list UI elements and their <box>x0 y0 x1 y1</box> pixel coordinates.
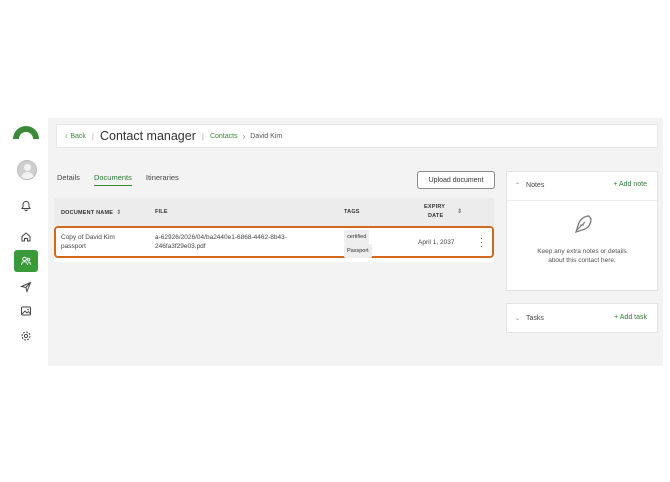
sort-icon[interactable]: ⇕ <box>457 208 462 215</box>
tab-documents[interactable]: Documents <box>93 173 132 186</box>
column-document-name[interactable]: DOCUMENT NAME ⇕ <box>61 209 121 216</box>
feather-icon <box>574 215 592 234</box>
add-note-button[interactable]: + Add note <box>613 181 647 188</box>
back-button[interactable]: ‹ Back <box>65 133 86 140</box>
bell-icon[interactable] <box>14 195 38 217</box>
chevron-down-icon[interactable]: ⌄ <box>515 315 520 322</box>
more-options-icon[interactable]: · · · <box>480 234 483 251</box>
tag-badge: certified <box>344 230 370 244</box>
column-file: FILE <box>155 209 168 215</box>
logo-icon <box>13 126 39 139</box>
sidebar <box>0 118 48 366</box>
breadcrumb-contacts[interactable]: Contacts <box>210 133 238 140</box>
column-tags: TAGS <box>344 209 360 215</box>
notes-empty-state: Keep any extra notes or details about th… <box>507 200 657 264</box>
tab-bar: Details Documents Itineraries <box>57 173 179 186</box>
chevron-right-icon: › <box>242 131 246 141</box>
chevron-left-icon: ‹ <box>65 132 68 140</box>
column-expiry[interactable]: EXPIRY <box>424 204 445 210</box>
tab-details[interactable]: Details <box>57 173 80 186</box>
expiry-cell: April 1, 2037 <box>418 239 455 246</box>
table-row[interactable]: Copy of David Kim passport a-62926/2026/… <box>54 226 494 258</box>
upload-document-button[interactable]: Upload document <box>417 171 495 189</box>
contacts-icon[interactable] <box>14 250 38 272</box>
table-header: DOCUMENT NAME ⇕ FILE TAGS EXPIRY DATE ⇕ <box>54 198 494 226</box>
image-icon[interactable] <box>14 300 38 322</box>
document-name-cell: Copy of David Kim passport <box>61 234 115 250</box>
tags-cell: certified Passport <box>344 230 372 258</box>
gear-icon[interactable] <box>14 325 38 347</box>
tab-itineraries[interactable]: Itineraries <box>146 173 179 186</box>
home-icon[interactable] <box>14 226 38 248</box>
breadcrumb-current: David Kim <box>250 132 283 140</box>
column-date[interactable]: DATE <box>428 213 443 219</box>
page-title: Contact manager <box>99 129 196 143</box>
tag-badge: Passport <box>344 244 372 258</box>
notes-card: ⌃ Notes + Add note Keep any extra notes … <box>506 171 658 291</box>
page-header: ‹ Back | Contact manager | Contacts › Da… <box>56 124 658 148</box>
send-icon[interactable] <box>14 276 38 298</box>
avatar[interactable] <box>17 160 37 180</box>
tasks-card: ⌄ Tasks + Add task <box>506 303 658 333</box>
sort-icon: ⇕ <box>116 210 122 216</box>
add-task-button[interactable]: + Add task <box>614 314 647 321</box>
documents-table: DOCUMENT NAME ⇕ FILE TAGS EXPIRY DATE ⇕ C… <box>54 198 494 262</box>
chevron-up-icon[interactable]: ⌃ <box>515 182 520 189</box>
file-cell[interactable]: a-62926/2026/04/ba2440e1-6868-4462-8b43-… <box>155 233 287 251</box>
